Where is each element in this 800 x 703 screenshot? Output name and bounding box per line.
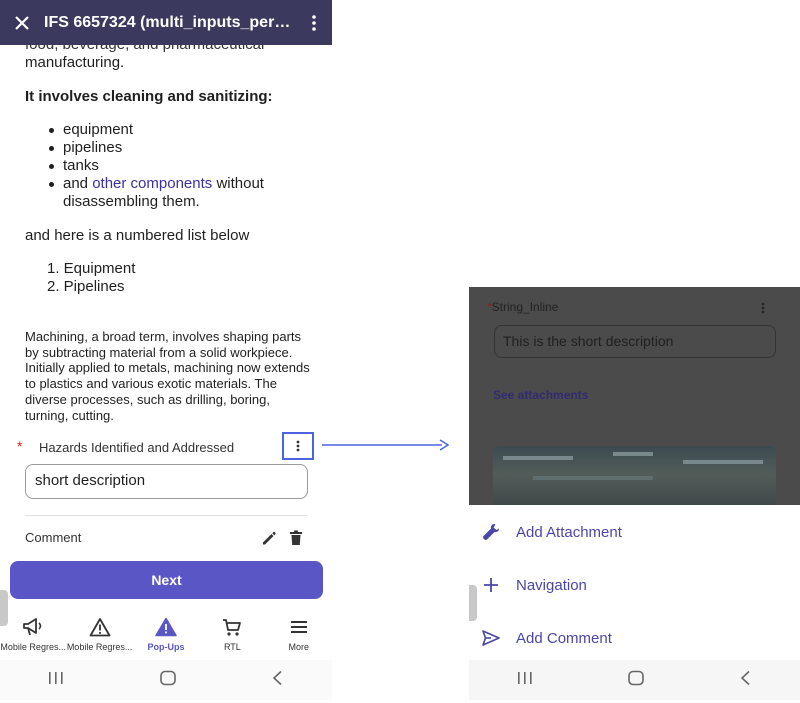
bullet-list: equipment pipelines tanks and other comp… [45, 121, 305, 211]
hazard-field-menu-button[interactable] [282, 432, 314, 460]
trash-icon[interactable] [289, 530, 303, 550]
bottom-tab-bar: Mobile Regres... Mobile Regres... Pop-Up… [0, 614, 332, 660]
hazard-text-input[interactable]: short description [25, 464, 308, 499]
string-text-input[interactable]: This is the short description [494, 325, 776, 358]
tab-mobile-regression-1[interactable]: Mobile Regres... [0, 614, 66, 660]
list-item-text: and [63, 175, 93, 192]
thumbnail-detail [683, 460, 763, 464]
string-label-text: String_Inline [491, 300, 559, 314]
more-vertical-icon [296, 440, 300, 452]
tab-mobile-regression-2[interactable]: Mobile Regres... [66, 614, 132, 660]
action-bottom-sheet: Add Attachment Navigation Add Comment [469, 505, 800, 660]
tab-rtl[interactable]: RTL [199, 614, 265, 660]
edge-handle[interactable] [469, 585, 477, 621]
thumbnail-detail [613, 452, 653, 456]
tab-label: Mobile Regres... [0, 642, 66, 652]
numbered-intro: and here is a numbered list below [25, 227, 250, 244]
left-phone-screen: food, beverage, and pharmaceutical manuf… [0, 0, 332, 703]
close-icon[interactable] [0, 0, 44, 45]
back-icon[interactable] [739, 670, 753, 691]
tab-label: Mobile Regres... [66, 642, 133, 652]
thumbnail-detail [533, 476, 653, 480]
string-field-label: *String_Inline [487, 300, 558, 314]
machining-paragraph: Machining, a broad term, involves shapin… [25, 329, 310, 423]
divider [25, 515, 308, 516]
send-icon [469, 629, 513, 647]
form-content: food, beverage, and pharmaceutical manuf… [0, 30, 332, 550]
numbered-list: 1. Equipment 2. Pipelines [47, 260, 135, 296]
next-button[interactable]: Next [10, 561, 323, 599]
other-components-link[interactable]: other components [92, 175, 212, 192]
menu-icon [289, 614, 309, 640]
tab-pop-ups[interactable]: Pop-Ups [133, 614, 199, 660]
warning-filled-icon [155, 614, 177, 640]
add-attachment-item[interactable]: Add Attachment [469, 512, 800, 552]
recent-apps-icon[interactable] [47, 671, 65, 690]
megaphone-icon [22, 614, 44, 640]
required-marker: * [17, 438, 23, 454]
tab-label: Pop-Ups [147, 642, 185, 652]
tab-label: RTL [223, 642, 241, 652]
add-comment-item[interactable]: Add Comment [469, 618, 800, 658]
navigation-label: Navigation [516, 576, 587, 594]
navigation-item[interactable]: Navigation [469, 565, 800, 605]
list-item: equipment [45, 121, 305, 139]
tab-label: More [288, 642, 310, 652]
warning-icon [89, 614, 111, 640]
arrow-connector [322, 439, 450, 451]
tab-more[interactable]: More [266, 614, 332, 660]
page-title: IFS 6657324 (multi_inputs_per_p... [44, 13, 296, 31]
attachment-thumbnail[interactable] [493, 446, 776, 505]
pencil-icon[interactable] [261, 530, 277, 550]
hazard-field-label: Hazards Identified and Addressed [39, 440, 235, 455]
back-icon[interactable] [271, 670, 285, 691]
more-vertical-icon[interactable] [761, 301, 765, 319]
see-attachments-link[interactable]: See attachments [493, 388, 588, 402]
home-icon[interactable] [627, 670, 645, 691]
add-comment-label: Add Comment [516, 629, 612, 647]
intro-line: manufacturing. [25, 54, 125, 71]
cart-icon [221, 614, 243, 640]
app-header: IFS 6657324 (multi_inputs_per_p... [0, 0, 332, 45]
numbered-item: 2. Pipelines [47, 278, 125, 295]
section-heading: It involves cleaning and sanitizing: [25, 88, 273, 105]
comment-label: Comment [25, 530, 82, 545]
list-item: tanks [45, 157, 305, 175]
dimmed-form-background: *String_Inline This is the short descrip… [469, 287, 800, 505]
system-nav-bar [0, 660, 332, 700]
list-item: and other components without disassembli… [45, 175, 305, 211]
right-phone-screen: *String_Inline This is the short descrip… [469, 287, 800, 700]
system-nav-bar [469, 660, 800, 700]
hazard-field-header: * Hazards Identified and Addressed [17, 432, 317, 462]
recent-apps-icon[interactable] [516, 671, 534, 690]
home-icon[interactable] [159, 670, 177, 691]
add-attachment-label: Add Attachment [516, 523, 622, 541]
numbered-item: 1. Equipment [47, 260, 136, 277]
more-vertical-icon[interactable] [296, 0, 332, 45]
thumbnail-detail [503, 456, 573, 460]
list-item: pipelines [45, 139, 305, 157]
wrench-icon [469, 522, 513, 542]
